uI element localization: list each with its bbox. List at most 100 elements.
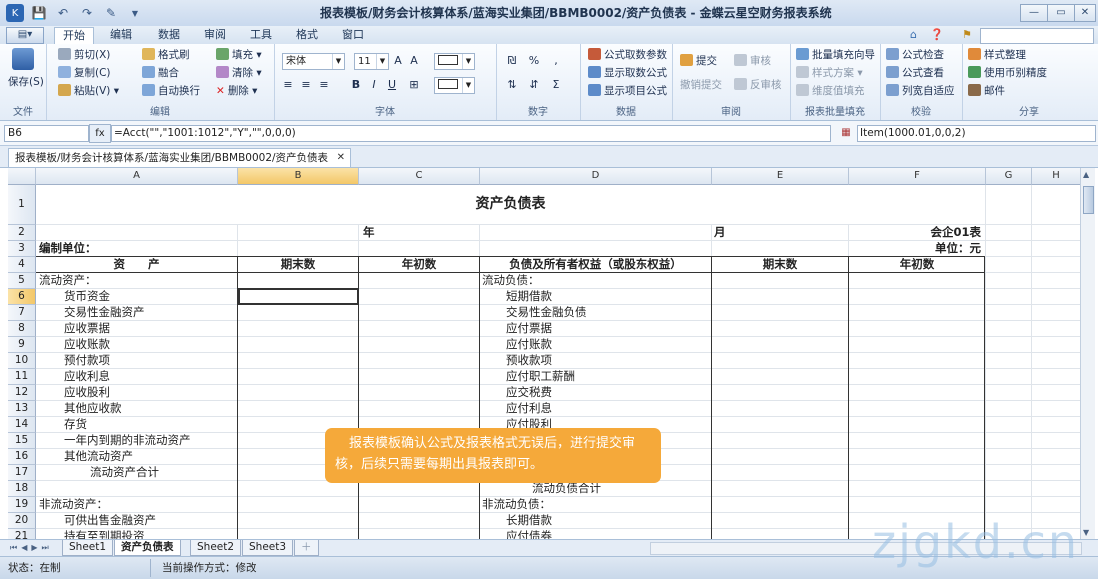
scroll-down-icon[interactable]: ▼	[1083, 528, 1089, 537]
underline-button[interactable]: U	[384, 77, 400, 92]
select-all-corner[interactable]	[8, 168, 36, 185]
column-header-b[interactable]: B	[238, 168, 359, 185]
vertical-scrollbar[interactable]: ▲ ▼	[1080, 168, 1095, 539]
column-header-c[interactable]: C	[359, 168, 480, 185]
close-button[interactable]: ✕	[1074, 4, 1096, 22]
decimal2-icon[interactable]: ⇵	[526, 77, 542, 92]
submit-button[interactable]: 提交	[680, 53, 717, 69]
row-header[interactable]: 15	[8, 433, 36, 449]
sum-button[interactable]: Σ	[548, 77, 564, 92]
autofit-button[interactable]: 列宽自适应	[886, 83, 955, 99]
format-painter-button[interactable]: 格式刷	[142, 47, 190, 63]
row-header[interactable]: 14	[8, 417, 36, 433]
align-center-icon[interactable]: ≡	[298, 77, 314, 92]
bold-button[interactable]: B	[348, 77, 364, 92]
undo-icon[interactable]: ↶	[54, 4, 72, 22]
sheet-tab-balance[interactable]: 资产负债表	[114, 540, 181, 556]
tab-start[interactable]: 开始	[54, 27, 94, 45]
row-header[interactable]: 10	[8, 353, 36, 369]
fx-button[interactable]: fx	[89, 124, 111, 143]
paste-button[interactable]: 粘贴(V) ▾	[58, 83, 119, 99]
save-button[interactable]: 保存(S)	[8, 74, 44, 90]
item-formula-input[interactable]: Item(1000.01,0,0,2)	[857, 125, 1096, 142]
row-header[interactable]: 4	[8, 257, 36, 273]
style-scheme-button[interactable]: 样式方案 ▾	[796, 65, 863, 81]
restore-button[interactable]: ▭	[1047, 4, 1075, 22]
show-item-formula-button[interactable]: 显示项目公式	[588, 83, 667, 99]
font-grow-icon[interactable]: A	[390, 53, 406, 68]
font-name-select[interactable]: 宋体 ▼	[282, 53, 345, 70]
row-header[interactable]: 1	[8, 185, 36, 225]
cut-button[interactable]: 剪切(X)	[58, 47, 110, 63]
tab-review[interactable]: 审阅	[204, 26, 226, 44]
row-header[interactable]: 19	[8, 497, 36, 513]
selected-cell-b6[interactable]	[238, 288, 359, 305]
user-icon[interactable]: ⚑	[962, 26, 972, 44]
tab-window[interactable]: 窗口	[342, 26, 364, 44]
retract-button[interactable]: 撤销提交	[680, 77, 722, 93]
column-header-g[interactable]: G	[986, 168, 1032, 185]
comma-button[interactable]: ,	[548, 53, 564, 68]
merge-button[interactable]: 融合	[142, 65, 179, 81]
app-menu-button[interactable]: ▤▾	[6, 27, 44, 44]
sheet-tab-sheet1[interactable]: Sheet1	[62, 540, 114, 556]
row-header[interactable]: 21	[8, 529, 36, 539]
delete-button[interactable]: ✕ 删除 ▾	[216, 83, 257, 99]
dim-fill-button[interactable]: 维度值填充	[796, 83, 865, 99]
copy-button[interactable]: 复制(C)	[58, 65, 111, 81]
show-data-formula-button[interactable]: 显示取数公式	[588, 65, 667, 81]
audit-button[interactable]: 审核	[734, 53, 771, 69]
clear-button[interactable]: 清除 ▾	[216, 65, 262, 81]
add-sheet-icon[interactable]: ＋	[294, 540, 319, 556]
batch-wizard-button[interactable]: 批量填充向导	[796, 47, 875, 63]
row-header[interactable]: 7	[8, 305, 36, 321]
row-header[interactable]: 2	[8, 225, 36, 241]
row-header[interactable]: 12	[8, 385, 36, 401]
row-header[interactable]: 20	[8, 513, 36, 529]
cell-border-icon[interactable]: ⊞	[406, 77, 422, 92]
calculator-icon[interactable]: ▦	[838, 124, 854, 141]
redo-icon[interactable]: ↷	[78, 4, 96, 22]
row-header[interactable]: 16	[8, 449, 36, 465]
scroll-up-icon[interactable]: ▲	[1083, 170, 1089, 179]
formula-view-button[interactable]: 公式查看	[886, 65, 944, 81]
italic-button[interactable]: I	[366, 77, 382, 92]
cell-reference-box[interactable]: B6	[4, 125, 89, 142]
formula-check-button[interactable]: 公式检查	[886, 47, 944, 63]
quick-access-dropdown-icon[interactable]: ▼	[126, 4, 144, 22]
border-select[interactable]: ▼	[434, 53, 475, 70]
spreadsheet-grid[interactable]: A B C D E F G H 1 2 3 4 5 6 7 8 9 10 11 …	[8, 168, 1080, 539]
help-icon[interactable]: ❓	[930, 26, 944, 44]
eraser-icon[interactable]: ✎	[102, 4, 120, 22]
color-select[interactable]: ▼	[434, 77, 475, 94]
sheet-nav-icons[interactable]: ⏮◀▶⏭	[10, 540, 53, 555]
close-icon[interactable]: ✕	[337, 149, 345, 167]
style-clean-button[interactable]: 样式整理	[968, 47, 1026, 63]
row-header[interactable]: 8	[8, 321, 36, 337]
sheet-tab-sheet3[interactable]: Sheet3	[242, 540, 294, 556]
font-size-select[interactable]: 11 ▼	[354, 53, 389, 70]
tab-tools[interactable]: 工具	[250, 26, 272, 44]
align-right-icon[interactable]: ≡	[316, 77, 332, 92]
unaudit-button[interactable]: 反审核	[734, 77, 782, 93]
column-header-f[interactable]: F	[849, 168, 986, 185]
row-header[interactable]: 17	[8, 465, 36, 481]
mail-button[interactable]: 邮件	[968, 83, 1005, 99]
tab-data[interactable]: 数据	[158, 26, 180, 44]
column-header-a[interactable]: A	[36, 168, 238, 185]
tab-format[interactable]: 格式	[296, 26, 318, 44]
formula-param-button[interactable]: 公式取数参数	[588, 47, 667, 63]
row-header-selected[interactable]: 6	[8, 289, 36, 305]
tab-edit[interactable]: 编辑	[110, 26, 132, 44]
row-header[interactable]: 11	[8, 369, 36, 385]
align-left-icon[interactable]: ≡	[280, 77, 296, 92]
wrap-button[interactable]: 自动换行	[142, 83, 200, 99]
sheet-tab-sheet2[interactable]: Sheet2	[190, 540, 242, 556]
document-tab[interactable]: 报表模板/财务会计核算体系/蓝海实业集团/BBMB0002/资产负债表 ✕	[8, 148, 352, 167]
row-header[interactable]: 5	[8, 273, 36, 289]
font-shrink-icon[interactable]: A	[406, 53, 422, 68]
column-header-e[interactable]: E	[712, 168, 849, 185]
fill-button[interactable]: 填充 ▾	[216, 47, 262, 63]
formula-input[interactable]: =Acct("","1001:1012","Y","",0,0,0)	[111, 125, 831, 142]
search-input[interactable]	[980, 28, 1094, 44]
